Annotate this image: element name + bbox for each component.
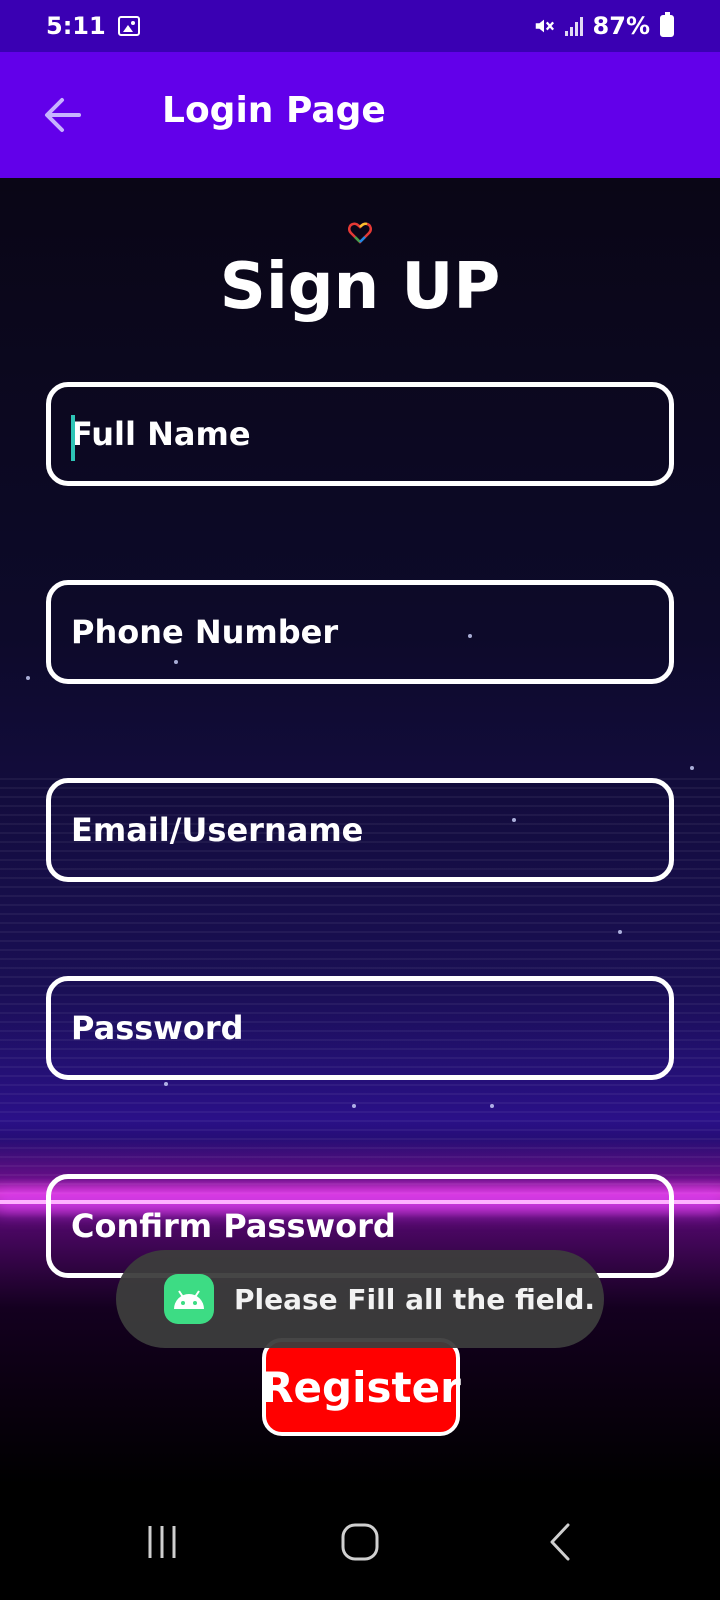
toast-message: Please Fill all the field. [116,1250,604,1348]
gallery-notification-icon [117,16,140,36]
app-bar: Login Page [0,52,720,178]
status-bar: 5:11 87% [0,0,720,52]
recents-button[interactable] [132,1514,192,1570]
battery-icon [660,12,674,37]
background-star [352,1104,356,1108]
background-star [164,1082,168,1086]
full-name-input[interactable]: Full Name [46,382,674,486]
toast-text: Please Fill all the field. [234,1282,595,1316]
status-time: 5:11 [46,12,106,40]
email-username-placeholder: Email/Username [71,811,364,849]
nav-back-button[interactable] [530,1514,590,1570]
system-nav-bar [0,1486,720,1600]
battery-percent: 87% [592,12,650,40]
background-star [26,676,30,680]
arrow-left-icon [45,98,81,132]
recents-icon [148,1526,176,1558]
home-button[interactable] [330,1514,390,1570]
page-heading: Sign UP [219,250,501,324]
back-icon [550,1523,570,1561]
password-input[interactable]: Password [46,976,674,1080]
confirm-password-placeholder: Confirm Password [71,1207,396,1245]
signal-icon [564,16,583,36]
mute-icon [535,19,554,33]
heart-logo-icon [348,222,372,244]
background-star [690,766,694,770]
full-name-placeholder: Full Name [71,415,251,453]
phone-number-placeholder: Phone Number [71,613,339,651]
email-username-input[interactable]: Email/Username [46,778,674,882]
app-title: Login Page [162,90,386,131]
background-star [490,1104,494,1108]
background-star [618,930,622,934]
password-placeholder: Password [71,1009,244,1047]
home-icon [341,1523,379,1561]
android-icon [164,1274,214,1324]
register-button[interactable]: Register [261,1338,461,1436]
back-button[interactable] [38,92,86,138]
phone-number-input[interactable]: Phone Number [46,580,674,684]
text-cursor [71,415,75,461]
